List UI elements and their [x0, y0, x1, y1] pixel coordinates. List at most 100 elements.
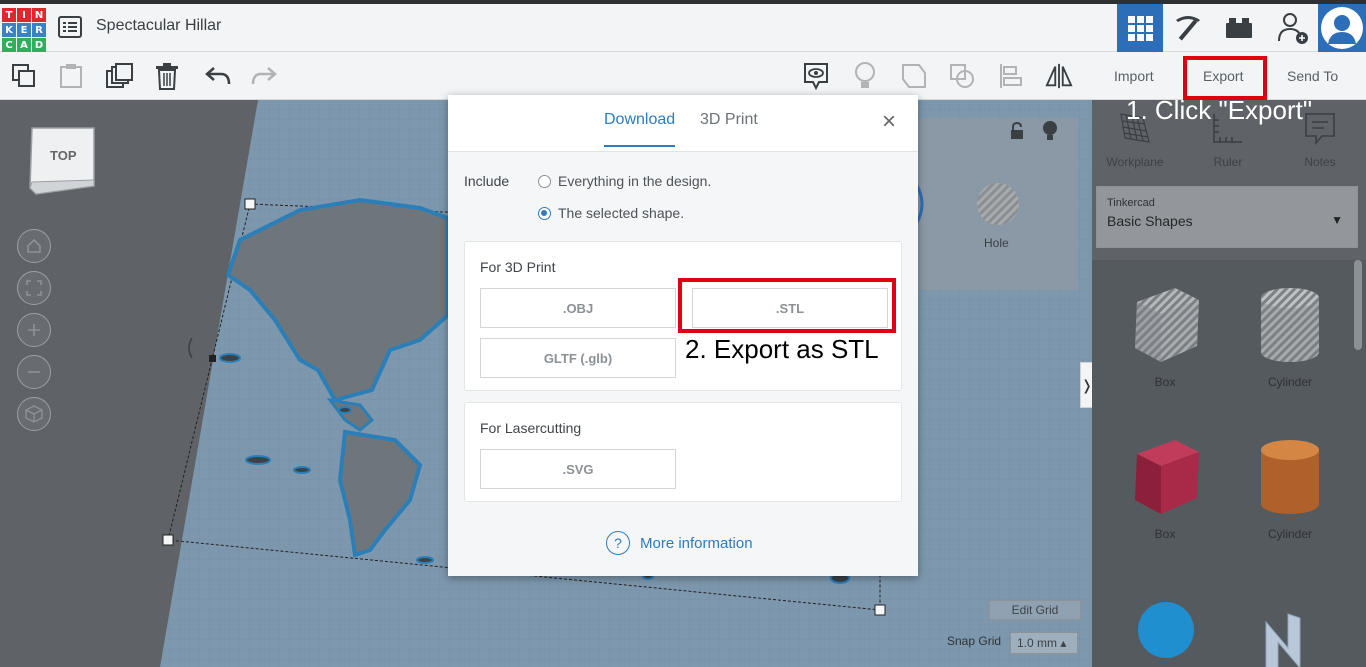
light-bulb-button[interactable] — [851, 62, 879, 90]
export-svg-button[interactable]: .SVG — [480, 449, 676, 489]
copy-button[interactable] — [10, 62, 38, 90]
group-icon — [902, 64, 926, 88]
redo-icon — [251, 67, 277, 85]
shape-cylinder-orange[interactable]: Cylinder — [1235, 436, 1345, 541]
import-button[interactable]: Import — [1114, 64, 1154, 88]
shape-label: Box — [1154, 527, 1176, 541]
bricks-view-button[interactable] — [1216, 4, 1262, 52]
shape-cylinder-striped[interactable]: Cylinder — [1235, 284, 1345, 389]
export-glb-button[interactable]: GLTF (.glb) — [480, 338, 676, 378]
striped-cylinder-icon — [1261, 288, 1319, 362]
add-user-icon — [1278, 13, 1308, 44]
export-obj-button[interactable]: .OBJ — [480, 288, 676, 328]
ungroup-icon — [950, 64, 974, 88]
align-button[interactable] — [997, 62, 1025, 90]
snap-grid-label: Snap Grid — [947, 634, 1002, 648]
sphere-icon[interactable] — [1136, 598, 1196, 667]
notes-label: Notes — [1304, 155, 1336, 169]
shape-box-striped[interactable]: Box — [1110, 284, 1220, 389]
dialog-header: Download 3D Print × — [448, 95, 918, 152]
library-owner: Tinkercad — [1107, 197, 1155, 209]
avatar[interactable] — [1318, 4, 1366, 52]
logo-letter: R — [32, 23, 46, 37]
fit-icon — [26, 280, 42, 296]
text-shape-icon[interactable] — [1258, 608, 1328, 667]
include-label: Include — [464, 173, 510, 189]
stl-highlight-box — [678, 278, 896, 333]
section-lasercutting: For Lasercutting .SVG — [464, 402, 902, 502]
hole-label: Hole — [984, 236, 1009, 250]
shape-label: Cylinder — [1267, 527, 1312, 541]
paste-button[interactable] — [57, 62, 85, 90]
snap-grid-select[interactable]: 1.0 mm ▴ — [1010, 632, 1078, 654]
pickaxe-icon — [1176, 16, 1200, 41]
duplicate-button[interactable] — [105, 62, 133, 90]
option-everything[interactable]: Everything in the design. — [538, 173, 711, 189]
shape-label: Cylinder — [1267, 375, 1312, 389]
show-hide-button[interactable] — [802, 62, 830, 90]
zoom-out-button[interactable] — [17, 355, 51, 389]
shape-label: Box — [1154, 375, 1176, 389]
radio-button-checked[interactable] — [538, 206, 551, 220]
tab-download[interactable]: Download — [604, 111, 676, 147]
undo-icon — [205, 67, 231, 85]
design-list-icon[interactable] — [58, 16, 82, 38]
home-view-button[interactable] — [17, 229, 51, 263]
blocks-view-button[interactable] — [1165, 4, 1211, 52]
delete-button[interactable] — [153, 62, 181, 90]
3d-design-view-button[interactable] — [1117, 4, 1163, 52]
mirror-icon — [1045, 63, 1073, 89]
minus-icon — [28, 371, 40, 373]
view-cube-label: TOP — [50, 148, 77, 163]
align-icon — [1000, 64, 1022, 88]
group-button[interactable] — [900, 62, 928, 90]
top-bar: T I N K E R C A D Spectacular Hillar — [0, 0, 1366, 52]
section-title: For Lasercutting — [480, 420, 582, 436]
logo-letter: I — [17, 8, 31, 22]
red-box-icon — [1135, 440, 1199, 514]
user-avatar-icon — [1321, 7, 1363, 49]
tab-3d-print[interactable]: 3D Print — [700, 111, 758, 145]
redo-button[interactable] — [250, 62, 278, 90]
logo-letter: A — [17, 38, 31, 52]
export-highlight-box — [1183, 56, 1267, 100]
invite-user-button[interactable] — [1270, 4, 1316, 52]
chevron-right-icon: ❭ — [1081, 376, 1092, 393]
zoom-in-button[interactable] — [17, 313, 51, 347]
striped-box-icon — [1135, 288, 1199, 362]
workplane-label: Workplane — [1106, 155, 1164, 169]
undo-button[interactable] — [204, 62, 232, 90]
mirror-button[interactable] — [1045, 62, 1073, 90]
projection-button[interactable] — [17, 397, 51, 431]
annotation-step-2: 2. Export as STL — [685, 334, 879, 364]
annotation-step-1: 1. Click "Export" — [1126, 95, 1313, 125]
design-title[interactable]: Spectacular Hillar — [96, 17, 221, 35]
paste-icon — [60, 64, 82, 88]
duplicate-icon — [106, 63, 133, 88]
logo-letter: D — [32, 38, 46, 52]
lock-icon[interactable] — [1008, 122, 1026, 140]
section-title: For 3D Print — [480, 259, 556, 275]
logo-letter: K — [2, 23, 16, 37]
shapes-grid: Box Cylinder Box Cylinder — [1092, 260, 1366, 667]
shape-library-select[interactable]: Tinkercad Basic Shapes ▼ — [1096, 186, 1358, 248]
radio-button[interactable] — [538, 174, 551, 188]
fit-view-button[interactable] — [17, 271, 51, 305]
tinkercad-logo[interactable]: T I N K E R C A D — [2, 8, 46, 52]
hole-swatch-icon[interactable] — [976, 182, 1020, 226]
option-selected-shape[interactable]: The selected shape. — [538, 205, 684, 221]
edit-toolbar: Import Export Send To — [0, 52, 1366, 100]
plus-icon — [28, 324, 40, 336]
send-to-button[interactable]: Send To — [1287, 64, 1338, 88]
logo-letter: T — [2, 8, 16, 22]
ungroup-button[interactable] — [948, 62, 976, 90]
chevron-down-icon: ▼ — [1331, 213, 1343, 227]
edit-grid-button[interactable]: Edit Grid — [989, 600, 1081, 620]
shapes-scrollbar[interactable] — [1354, 260, 1362, 350]
close-icon[interactable]: × — [878, 109, 900, 135]
more-information-link[interactable]: ? More information — [606, 531, 753, 555]
bulb-icon[interactable] — [1042, 120, 1058, 142]
collapse-panel-button[interactable]: ❭ — [1080, 362, 1092, 408]
shape-box-red[interactable]: Box — [1110, 436, 1220, 541]
brick-icon — [1226, 18, 1252, 38]
